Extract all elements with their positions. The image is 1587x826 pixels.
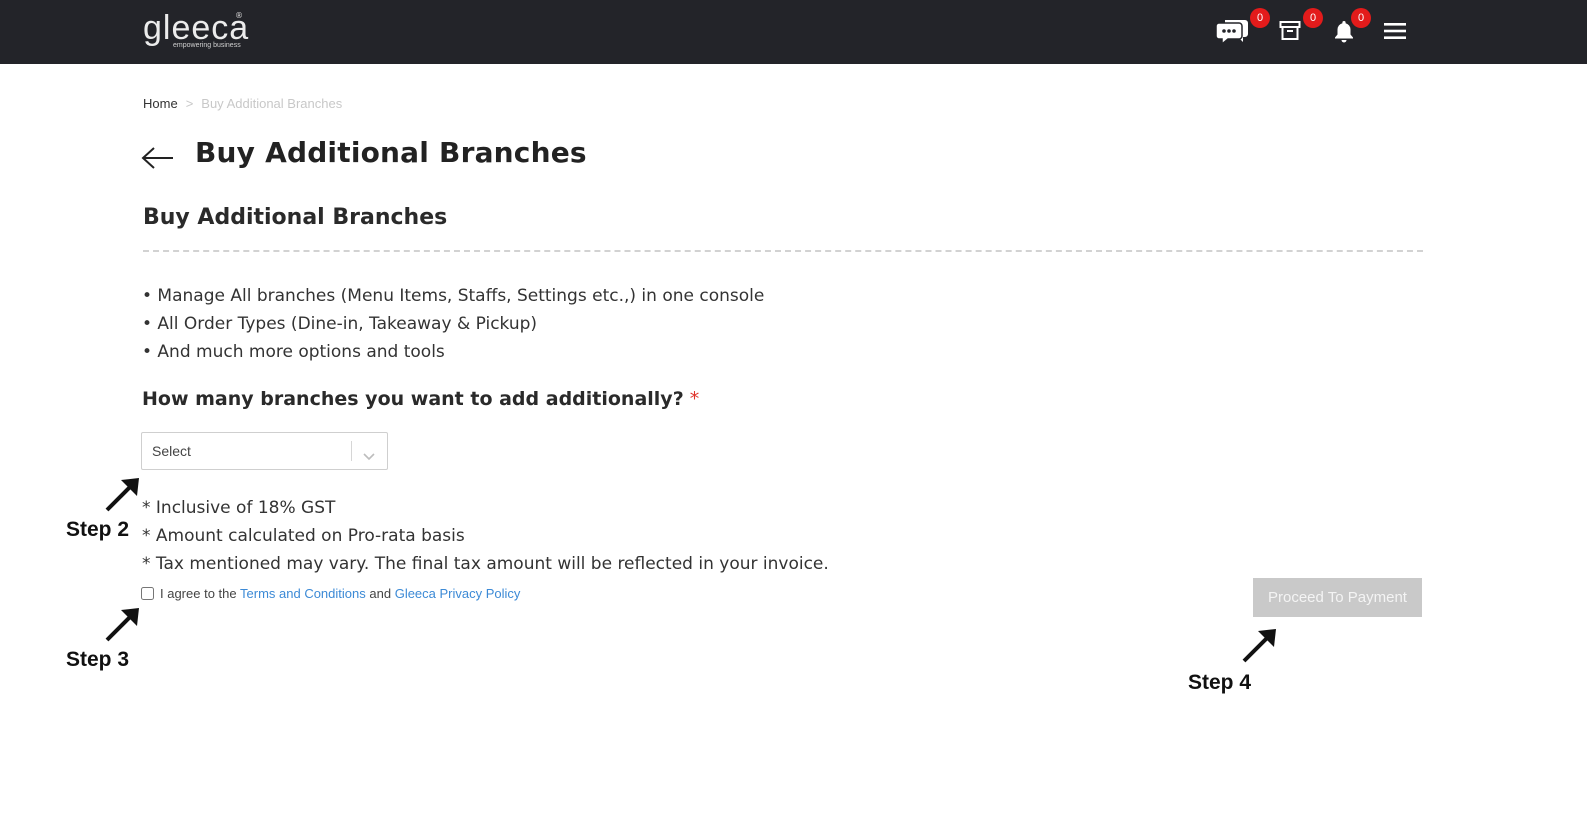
feature-item: • And much more options and tools	[142, 342, 445, 362]
terms-link[interactable]: Terms and Conditions	[240, 586, 366, 601]
step-3-label: Step 3	[66, 648, 130, 671]
notification-count-badge: 0	[1351, 8, 1371, 28]
archive-icon[interactable]	[1279, 20, 1301, 42]
logo-registered-mark: ®	[235, 11, 243, 20]
proceed-to-payment-button[interactable]: Proceed To Payment	[1253, 578, 1422, 617]
agree-prefix-text: I agree to the	[160, 586, 237, 601]
section-title: Buy Additional Branches	[143, 205, 448, 230]
agree-checkbox[interactable]	[141, 587, 154, 600]
step-4-label: Step 4	[1188, 671, 1252, 694]
section-divider	[143, 250, 1423, 252]
agree-and-text: and	[369, 586, 392, 601]
step-2-arrow-icon	[103, 476, 141, 518]
select-value: Select	[152, 443, 191, 459]
gleeca-logo[interactable]: gleeca ® empowering business	[143, 8, 249, 49]
question-label: How many branches you want to add additi…	[142, 388, 684, 410]
note-item: * Tax mentioned may vary. The final tax …	[142, 554, 829, 574]
logo-tagline: empowering business	[173, 42, 241, 49]
feature-list: • Manage All branches (Menu Items, Staff…	[142, 282, 764, 366]
breadcrumb: Home > Buy Additional Branches	[143, 96, 342, 111]
notes-block: * Inclusive of 18% GST * Amount calculat…	[142, 494, 829, 578]
chevron-down-icon[interactable]	[363, 446, 375, 465]
hamburger-menu-icon[interactable]	[1384, 22, 1406, 40]
step-3-arrow-icon	[103, 606, 141, 648]
top-navbar: gleeca ® empowering business 0 0 0	[0, 0, 1587, 64]
note-item: * Inclusive of 18% GST	[142, 498, 336, 518]
chat-icon[interactable]	[1216, 16, 1250, 46]
required-asterisk: *	[689, 388, 700, 410]
select-separator	[351, 441, 352, 461]
chat-count-badge: 0	[1250, 8, 1270, 28]
agree-terms-row: I agree to the Terms and Conditions and …	[141, 586, 520, 601]
breadcrumb-current: Buy Additional Branches	[201, 96, 343, 111]
step-2-label: Step 2	[66, 518, 130, 541]
feature-item: • All Order Types (Dine-in, Takeaway & P…	[142, 314, 538, 334]
note-item: * Amount calculated on Pro-rata basis	[142, 526, 465, 546]
page-title: Buy Additional Branches	[195, 136, 587, 169]
branch-count-select[interactable]: Select	[141, 432, 388, 470]
branch-count-question: How many branches you want to add additi…	[142, 388, 699, 410]
privacy-policy-link[interactable]: Gleeca Privacy Policy	[395, 586, 521, 601]
back-arrow-icon[interactable]	[141, 146, 175, 174]
archive-count-badge: 0	[1303, 8, 1323, 28]
breadcrumb-home-link[interactable]: Home	[143, 96, 178, 111]
feature-item: • Manage All branches (Menu Items, Staff…	[142, 286, 765, 306]
step-4-arrow-icon	[1240, 627, 1278, 669]
breadcrumb-separator: >	[185, 96, 194, 111]
